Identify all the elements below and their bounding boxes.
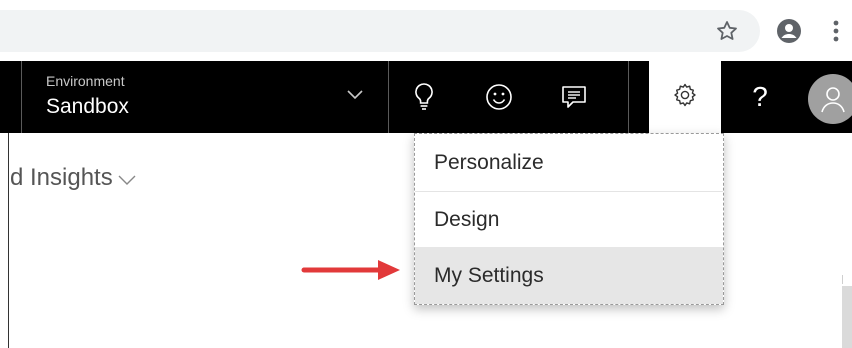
user-avatar-icon[interactable] xyxy=(808,74,852,124)
address-bar[interactable] xyxy=(0,10,760,52)
environment-selector[interactable]: Sandbox xyxy=(46,95,129,119)
lightbulb-icon[interactable] xyxy=(406,79,442,115)
account-circle-icon[interactable] xyxy=(772,14,806,48)
smiley-icon[interactable] xyxy=(481,79,517,115)
content-border xyxy=(8,133,9,348)
feedback-icon[interactable] xyxy=(556,79,592,115)
page-title: d Insights xyxy=(10,164,113,191)
annotation-arrow-icon xyxy=(300,257,404,283)
header-divider xyxy=(628,61,629,133)
settings-button[interactable] xyxy=(649,61,721,133)
header-divider xyxy=(21,61,22,133)
help-icon[interactable]: ? xyxy=(742,79,778,115)
scrollbar-thumb[interactable] xyxy=(842,286,852,348)
gear-icon xyxy=(672,82,698,113)
menu-item-design[interactable]: Design xyxy=(415,191,723,248)
browser-chrome xyxy=(0,0,852,61)
scrollbar-track xyxy=(842,275,852,284)
star-icon[interactable] xyxy=(710,14,744,48)
chevron-down-icon[interactable] xyxy=(344,83,366,105)
settings-menu: Personalize Design My Settings xyxy=(414,133,724,305)
environment-label: Environment xyxy=(46,73,125,89)
app-header: Environment Sandbox ? xyxy=(0,61,852,133)
menu-item-personalize[interactable]: Personalize xyxy=(415,134,723,191)
menu-item-my-settings[interactable]: My Settings xyxy=(415,247,723,304)
chevron-down-icon[interactable] xyxy=(116,170,138,190)
header-divider xyxy=(388,61,389,133)
more-vert-icon[interactable] xyxy=(819,14,852,48)
